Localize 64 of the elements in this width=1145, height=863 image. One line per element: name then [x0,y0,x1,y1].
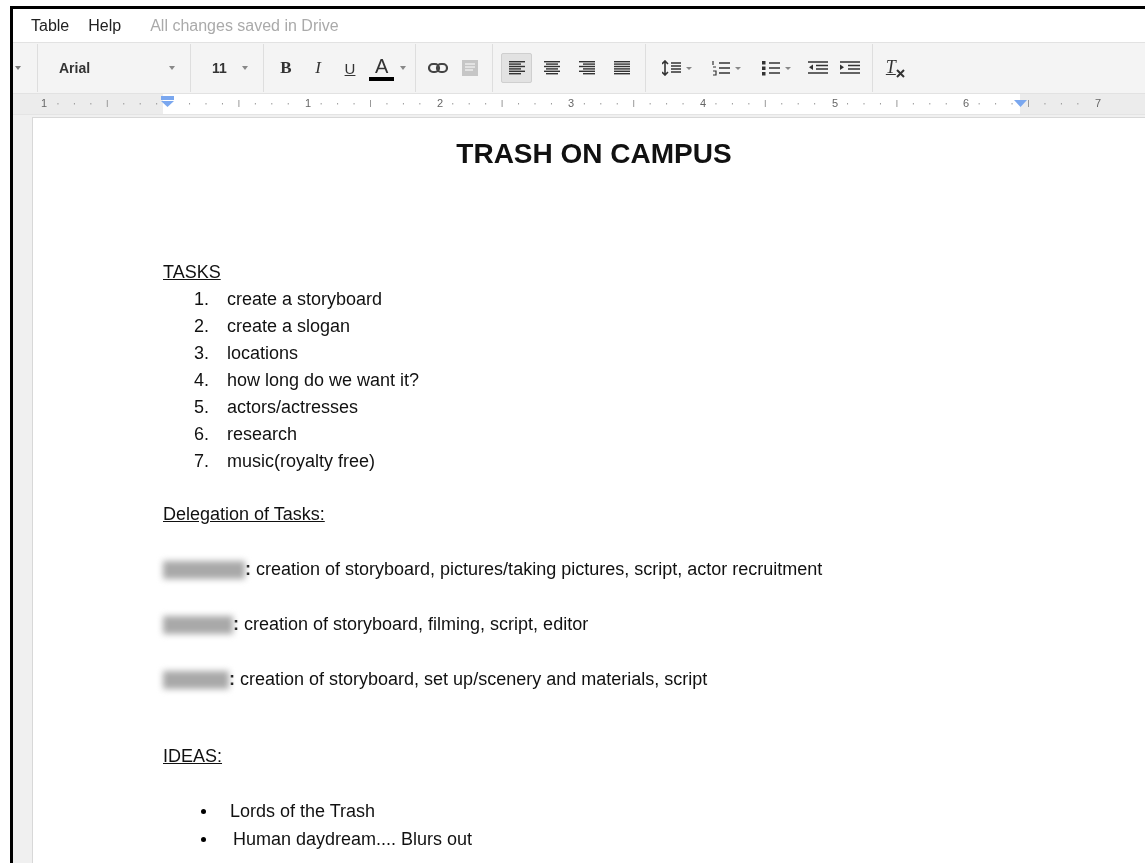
ruler-number: 5 [832,97,839,109]
close-icon [895,69,905,78]
ruler-number: 4 [700,97,707,109]
italic-button[interactable]: I [304,53,332,83]
bulleted-list-icon [762,60,793,76]
align-justify-icon [613,61,630,75]
caret-icon [400,66,407,70]
font-size-dropdown[interactable]: 11 [197,53,257,83]
list-item-text: locations [227,342,299,365]
line-spacing-icon [662,60,693,76]
menu-item[interactable]: Table [31,16,70,35]
link-icon [428,62,449,74]
section-heading: TASKS [163,261,222,284]
bullet-item-text: Lords of the Trash [230,800,376,823]
assignment-text: : creation of storyboard, filming, script, editor [233,613,589,636]
text-color-button[interactable]: A [368,53,408,83]
numbered-list-icon [712,60,743,76]
list-number: 2. [194,315,210,338]
indent-icon [840,61,861,75]
ruler-number: 1 [305,97,312,109]
align-left-button[interactable] [501,53,533,83]
section-heading: Delegation of Tasks: [163,503,326,526]
comment-icon [461,59,480,77]
assignment-text: : creation of storyboard, set up/scenery and materials, script [229,668,708,691]
ruler-number: 2 [437,97,444,109]
ruler-number: 6 [963,97,970,109]
outdent-icon [808,61,829,75]
ruler-number: 3 [568,97,575,109]
redacted-name [163,615,233,634]
menu-item[interactable]: Help [88,16,122,35]
indent-marker-icon[interactable] [161,96,174,107]
caret-icon [242,66,248,70]
document-title: TRASH ON CAMPUS [455,137,733,171]
list-item-text: research [227,423,298,446]
bullet-item-text: Human daydream.... Blurs out [233,828,473,851]
list-number: 6. [194,423,210,446]
ruler-number: 1 [41,97,48,109]
underline-button[interactable]: U [336,53,364,83]
bullet-icon [201,836,206,842]
list-item-text: create a slogan [227,315,351,338]
align-left-icon [508,61,525,75]
bullet-icon [201,808,206,814]
align-center-icon [543,61,560,75]
list-item-text: how long do we want it? [227,369,420,392]
list-number: 4. [194,369,210,392]
save-status: All changes saved in Drive [150,16,339,35]
ruler-number: 7 [1095,97,1102,109]
list-number: 5. [194,396,210,419]
bold-button[interactable]: B [272,53,300,83]
list-item-text: actors/actresses [227,396,359,419]
section-heading: IDEAS: [163,745,224,768]
clear-formatting-button[interactable]: T [881,53,910,83]
font-dropdown[interactable]: Arial [44,53,184,83]
caret-icon [169,66,175,70]
assignment-text: : creation of storyboard, pictures/taking pictures, script, actor recruitment [245,558,823,581]
right-indent-marker-icon[interactable] [1014,100,1027,107]
redacted-name [163,670,229,689]
list-item-text: create a storyboard [227,288,383,311]
list-number: 1. [194,288,210,311]
align-right-icon [578,61,595,75]
list-number: 7. [194,450,210,473]
caret-icon[interactable] [15,66,21,70]
list-item-text: music(royalty free) [227,450,376,473]
list-number: 3. [194,342,210,365]
